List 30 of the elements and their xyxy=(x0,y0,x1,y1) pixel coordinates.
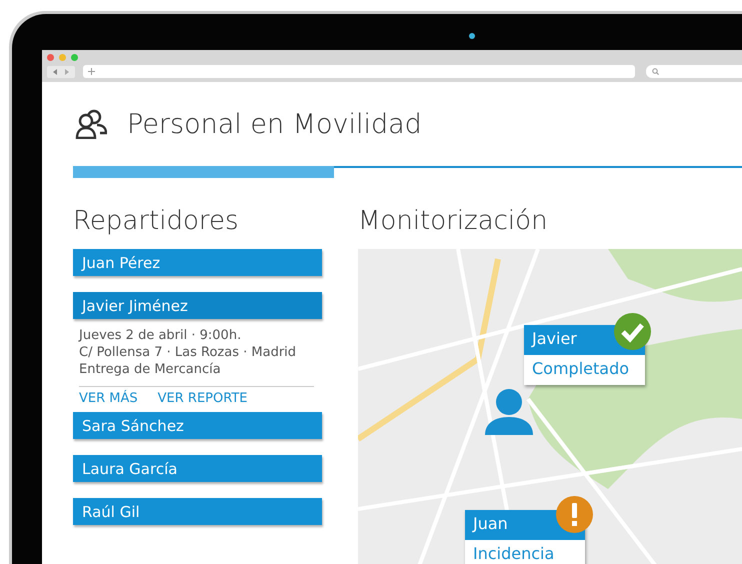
search-field[interactable] xyxy=(646,65,742,78)
link[interactable]: VER REPORTE xyxy=(158,391,248,406)
status-text: Completado xyxy=(531,358,630,380)
check-icon xyxy=(614,313,651,350)
courier-item[interactable]: Sara Sánchez xyxy=(73,412,322,439)
users-icon xyxy=(75,109,107,139)
courier-item[interactable]: Raúl Gil xyxy=(73,498,322,525)
status-text: Incidencia xyxy=(472,543,556,564)
page-title: Personal en Movilidad xyxy=(127,108,422,140)
link[interactable]: VER MÁS xyxy=(79,391,138,406)
person-icon xyxy=(485,389,533,435)
detail-text: Jueves 2 de abril · 9:00h. xyxy=(79,327,242,344)
address-field[interactable] xyxy=(83,65,635,78)
status-card[interactable]: Javier Completado xyxy=(524,325,645,385)
detail-text: Entrega de Mercancía xyxy=(79,361,222,378)
section-heading: Monitorización xyxy=(358,205,549,237)
status-card[interactable]: Juan Incidencia xyxy=(465,510,585,564)
plus-icon[interactable] xyxy=(88,68,95,75)
section-heading: Repartidores xyxy=(73,205,240,237)
maximize-icon[interactable] xyxy=(71,54,78,61)
courier-item[interactable]: Juan Pérez xyxy=(73,249,322,276)
camera-icon xyxy=(469,33,475,39)
close-icon[interactable] xyxy=(47,54,54,61)
exclamation-icon xyxy=(556,496,593,533)
courier-item[interactable]: Laura García xyxy=(73,455,322,482)
detail-text: C/ Pollensa 7 · Las Rozas · Madrid xyxy=(79,344,298,361)
search-icon xyxy=(652,68,659,75)
minimize-icon[interactable] xyxy=(59,54,66,61)
courier-item[interactable]: Javier Jiménez xyxy=(73,292,322,319)
navigation-buttons[interactable] xyxy=(47,66,75,78)
